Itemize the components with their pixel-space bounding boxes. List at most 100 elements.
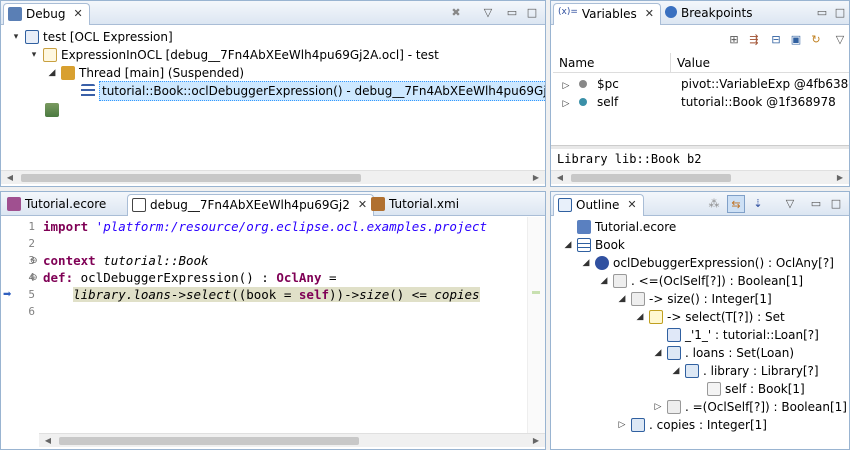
scroll-thumb[interactable] <box>59 437 359 445</box>
editor-hscroll[interactable]: ◀ ▶ <box>39 433 545 447</box>
scroll-right-icon[interactable]: ▶ <box>529 171 543 185</box>
tree-item-stackframe[interactable]: tutorial::Book::oclDebuggerExpression() … <box>81 81 545 101</box>
outline-item[interactable]: ◢ -> select(T[?]) : Set <box>635 308 785 326</box>
outline-item[interactable]: ▷ . copies : Integer[1] <box>617 416 767 434</box>
string: 'platform:/resource/org.eclipse.ocl.exam… <box>88 219 488 234</box>
expand-icon[interactable]: ◢ <box>581 254 591 272</box>
view-menu-icon[interactable]: ▽ <box>481 6 495 20</box>
expand-icon[interactable]: ◢ <box>653 344 663 362</box>
outline-label: self : Book[1] <box>725 382 805 396</box>
tree-label: test [OCL Expression] <box>43 30 173 44</box>
scroll-thumb[interactable] <box>21 174 361 182</box>
close-icon[interactable]: ✕ <box>73 7 82 20</box>
tree-item-thread[interactable]: ◢ Thread [main] (Suspended) <box>47 64 244 82</box>
tab-tutorial-xmi[interactable]: Tutorial.xmi <box>367 194 465 216</box>
outline-icon <box>558 198 572 212</box>
tab-tutorial-ecore[interactable]: Tutorial.ecore <box>3 194 112 216</box>
tree-label: tutorial::Book::oclDebuggerExpression() … <box>99 81 545 101</box>
view-menu-icon[interactable]: ▽ <box>783 197 797 211</box>
tab-variables-label: Variables <box>581 7 637 21</box>
expand-icon[interactable]: ▾ <box>11 28 21 46</box>
sort-icon[interactable]: ⇣ <box>751 197 765 211</box>
minimize-icon[interactable]: ▭ <box>809 197 823 211</box>
operation-icon <box>595 256 609 270</box>
process-icon <box>45 103 59 117</box>
scroll-left-icon[interactable]: ◀ <box>553 171 567 185</box>
ecore-file-icon <box>7 197 21 211</box>
scroll-left-icon[interactable]: ◀ <box>3 171 17 185</box>
property-call-icon <box>631 418 645 432</box>
maximize-icon[interactable]: □ <box>833 6 847 20</box>
outline-item[interactable]: self : Book[1] <box>707 380 805 398</box>
expand-icon[interactable]: ◢ <box>635 308 645 326</box>
tree-item-launch[interactable]: ▾ test [OCL Expression] <box>11 28 173 46</box>
tab-breakpoints[interactable]: Breakpoints <box>661 3 758 25</box>
scroll-right-icon[interactable]: ▶ <box>833 171 847 185</box>
code-text: oclDebuggerExpression() : <box>73 270 277 285</box>
code-text: library <box>73 287 126 302</box>
expand-icon[interactable]: ▷ <box>617 416 627 434</box>
debug-target-icon <box>43 48 57 62</box>
outline-item[interactable]: ◢ Book <box>563 236 625 254</box>
close-icon[interactable]: ✕ <box>627 198 636 211</box>
tab-label: Tutorial.ecore <box>25 197 107 211</box>
expand-icon[interactable]: ▾ <box>29 46 39 64</box>
annotation-marker[interactable] <box>532 291 540 294</box>
detail-pane-text[interactable]: Library lib::Book b2 <box>557 152 702 166</box>
show-logical-structure-icon[interactable]: ⇶ <box>747 33 761 47</box>
close-icon[interactable]: ✕ <box>645 7 654 20</box>
minimize-icon[interactable]: ▭ <box>815 6 829 20</box>
tab-debug-ocl[interactable]: debug__7Fn4AbXEeWlh4pu69Gj2 ✕ <box>127 194 375 216</box>
variable-row[interactable]: ▷ $pc pivot::VariableExp @4fb638d3 <box>561 75 849 93</box>
outline-label: -> select(T[?]) : Set <box>667 310 785 324</box>
expand-icon[interactable]: ◢ <box>617 290 627 308</box>
remove-terminated-icon[interactable]: ✖ <box>449 6 463 20</box>
variable-row[interactable]: ▷ self tutorial::Book @1f368978 <box>561 93 847 111</box>
collapse-all-icon[interactable]: ⊟ <box>769 33 783 47</box>
show-type-names-icon[interactable]: ⊞ <box>727 33 741 47</box>
maximize-icon[interactable]: □ <box>525 6 539 20</box>
tab-label: Tutorial.xmi <box>389 197 460 211</box>
outline-item[interactable]: ◢ . <=(OclSelf[?]) : Boolean[1] <box>599 272 803 290</box>
scroll-thumb[interactable] <box>571 174 731 182</box>
scroll-left-icon[interactable]: ◀ <box>41 434 55 448</box>
filter-icon[interactable]: ⁂ <box>707 197 721 211</box>
outline-item[interactable]: ◢ oclDebuggerExpression() : OclAny[?] <box>581 254 834 272</box>
maximize-icon[interactable]: □ <box>829 197 843 211</box>
code-area[interactable]: import 'platform:/resource/org.eclipse.o… <box>39 217 527 435</box>
outline-label: Tutorial.ecore <box>595 220 677 234</box>
refresh-icon[interactable]: ↻ <box>809 33 823 47</box>
editor-area: Tutorial.ecore debug__7Fn4AbXEeWlh4pu69G… <box>0 191 546 450</box>
fold-icon[interactable]: ⊖ <box>30 256 38 266</box>
scroll-right-icon[interactable]: ▶ <box>529 434 543 448</box>
tab-debug[interactable]: Debug ✕ <box>3 3 90 25</box>
expand-icon[interactable]: ◢ <box>47 64 57 82</box>
view-menu-icon[interactable]: ▽ <box>833 33 847 47</box>
outline-item[interactable]: ◢ . library : Library[?] <box>671 362 819 380</box>
minimize-icon[interactable]: ▭ <box>505 6 519 20</box>
debug-hscroll[interactable]: ◀ ▶ <box>1 170 545 184</box>
expand-icon[interactable]: ▷ <box>653 398 663 416</box>
expand-icon[interactable]: ◢ <box>671 362 681 380</box>
close-icon[interactable]: ✕ <box>358 198 367 211</box>
outline-label: Book <box>595 238 625 252</box>
variables-icon: (x)= <box>558 7 578 17</box>
detail-hscroll[interactable]: ◀ ▶ <box>551 170 849 184</box>
expand-icon[interactable]: ◢ <box>599 272 609 290</box>
outline-item[interactable]: ▷ . =(OclSelf[?]) : Boolean[1] <box>653 398 847 416</box>
tab-variables[interactable]: (x)= Variables ✕ <box>553 3 661 25</box>
layout-icon[interactable]: ▣ <box>789 33 803 47</box>
tab-outline[interactable]: Outline ✕ <box>553 194 644 216</box>
tree-item-target[interactable]: ▾ ExpressionInOCL [debug__7Fn4AbXEeWlh4p… <box>29 46 439 64</box>
outline-item[interactable]: Tutorial.ecore <box>577 218 676 236</box>
debug-view: Debug ✕ ✖ ▽ ▭ □ ▾ test [OCL Expression] … <box>0 0 546 187</box>
column-header-value[interactable]: Value <box>671 53 849 73</box>
outline-item[interactable]: ◢ . loans : Set(Loan) <box>653 344 794 362</box>
expand-icon[interactable]: ▷ <box>561 95 571 113</box>
outline-item[interactable]: ◢ -> size() : Integer[1] <box>617 290 772 308</box>
outline-item[interactable]: _'1_' : tutorial::Loan[?] <box>667 326 819 344</box>
expand-icon[interactable]: ◢ <box>563 236 573 254</box>
column-header-name[interactable]: Name <box>553 53 671 73</box>
link-with-editor-icon[interactable]: ⇆ <box>727 195 745 213</box>
fold-icon[interactable]: ⊖ <box>30 273 38 283</box>
